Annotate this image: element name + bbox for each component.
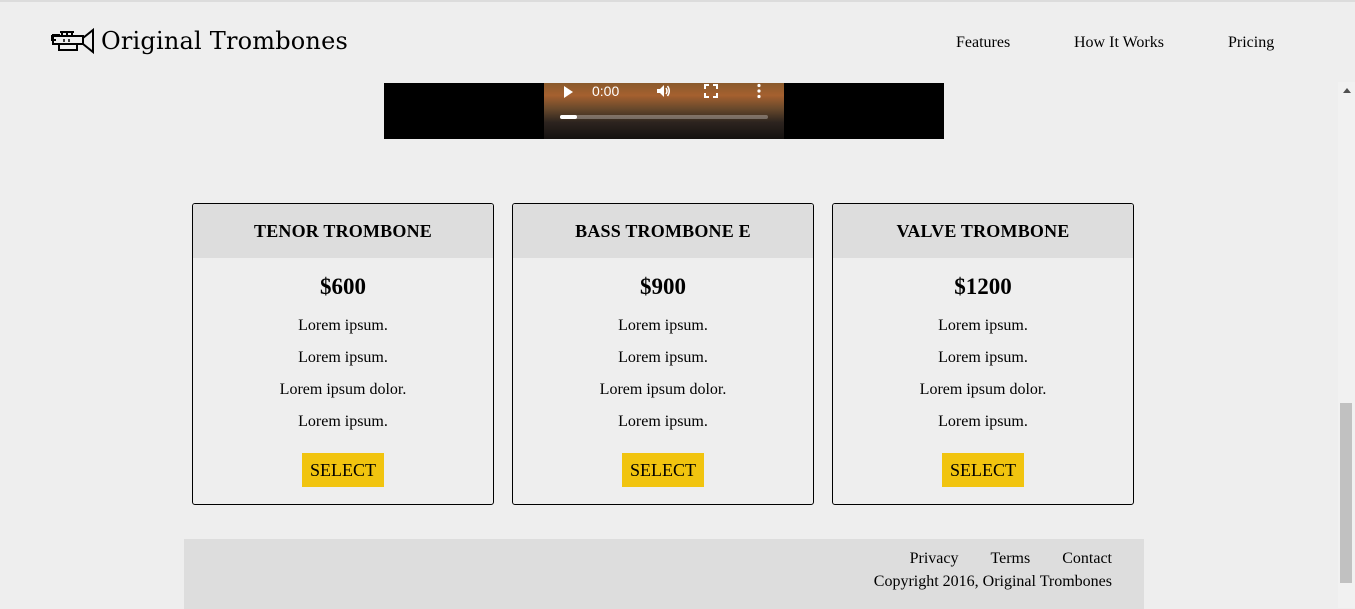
volume-icon[interactable]: [655, 83, 671, 99]
pricing-card-tenor: TENOR TROMBONE $600 Lorem ipsum. Lorem i…: [192, 203, 494, 505]
select-button-bass[interactable]: SELECT: [622, 453, 704, 487]
feature-item: Lorem ipsum.: [298, 317, 388, 334]
feature-item: Lorem ipsum dolor.: [919, 381, 1047, 398]
nav-link-features[interactable]: Features: [956, 33, 1010, 53]
feature-list: Lorem ipsum. Lorem ipsum. Lorem ipsum do…: [193, 310, 493, 438]
pricing-card-valve: VALVE TROMBONE $1200 Lorem ipsum. Lorem …: [832, 203, 1134, 505]
select-button-valve[interactable]: SELECT: [942, 453, 1024, 487]
select-button-tenor[interactable]: SELECT: [302, 453, 384, 487]
feature-item: Lorem ipsum.: [298, 349, 388, 366]
card-price: $1200: [954, 274, 1012, 299]
footer-links: Privacy Terms Contact: [910, 549, 1112, 569]
feature-item: Lorem ipsum.: [938, 349, 1028, 366]
card-price: $600: [320, 274, 366, 299]
video-progress-bar[interactable]: [560, 115, 768, 119]
footer-link-contact[interactable]: Contact: [1062, 549, 1112, 569]
footer-link-terms[interactable]: Terms: [990, 549, 1030, 569]
video-player[interactable]: 0:00: [384, 83, 944, 139]
main-nav: Features How It Works Pricing: [0, 33, 1338, 55]
page-scrollbar[interactable]: [1338, 82, 1355, 608]
site-header: Original Trombones Features How It Works…: [0, 2, 1338, 82]
feature-item: Lorem ipsum.: [938, 317, 1028, 334]
card-title: BASS TROMBONE E: [513, 204, 813, 258]
feature-item: Lorem ipsum dolor.: [279, 381, 407, 398]
feature-item: Lorem ipsum.: [938, 413, 1028, 430]
feature-item: Lorem ipsum.: [618, 349, 708, 366]
site-footer: Privacy Terms Contact Copyright 2016, Or…: [184, 539, 1144, 609]
video-time: 0:00: [592, 83, 620, 99]
play-icon[interactable]: [560, 84, 576, 100]
scroll-up-arrow-icon[interactable]: [1343, 88, 1351, 93]
feature-list: Lorem ipsum. Lorem ipsum. Lorem ipsum do…: [833, 310, 1133, 438]
feature-item: Lorem ipsum dolor.: [599, 381, 727, 398]
card-title: TENOR TROMBONE: [193, 204, 493, 258]
more-options-icon[interactable]: [754, 83, 764, 99]
card-price: $900: [640, 274, 686, 299]
footer-link-privacy[interactable]: Privacy: [910, 549, 959, 569]
scroll-thumb[interactable]: [1340, 403, 1352, 583]
fullscreen-icon[interactable]: [704, 84, 718, 98]
video-progress-fill: [560, 115, 577, 119]
feature-item: Lorem ipsum.: [618, 413, 708, 430]
pricing-card-bass: BASS TROMBONE E $900 Lorem ipsum. Lorem …: [512, 203, 814, 505]
feature-item: Lorem ipsum.: [298, 413, 388, 430]
card-title: VALVE TROMBONE: [833, 204, 1133, 258]
nav-link-how-it-works[interactable]: How It Works: [1074, 33, 1164, 53]
feature-list: Lorem ipsum. Lorem ipsum. Lorem ipsum do…: [513, 310, 813, 438]
copyright-text: Copyright 2016, Original Trombones: [873, 573, 1112, 590]
nav-link-pricing[interactable]: Pricing: [1228, 33, 1274, 53]
feature-item: Lorem ipsum.: [618, 317, 708, 334]
